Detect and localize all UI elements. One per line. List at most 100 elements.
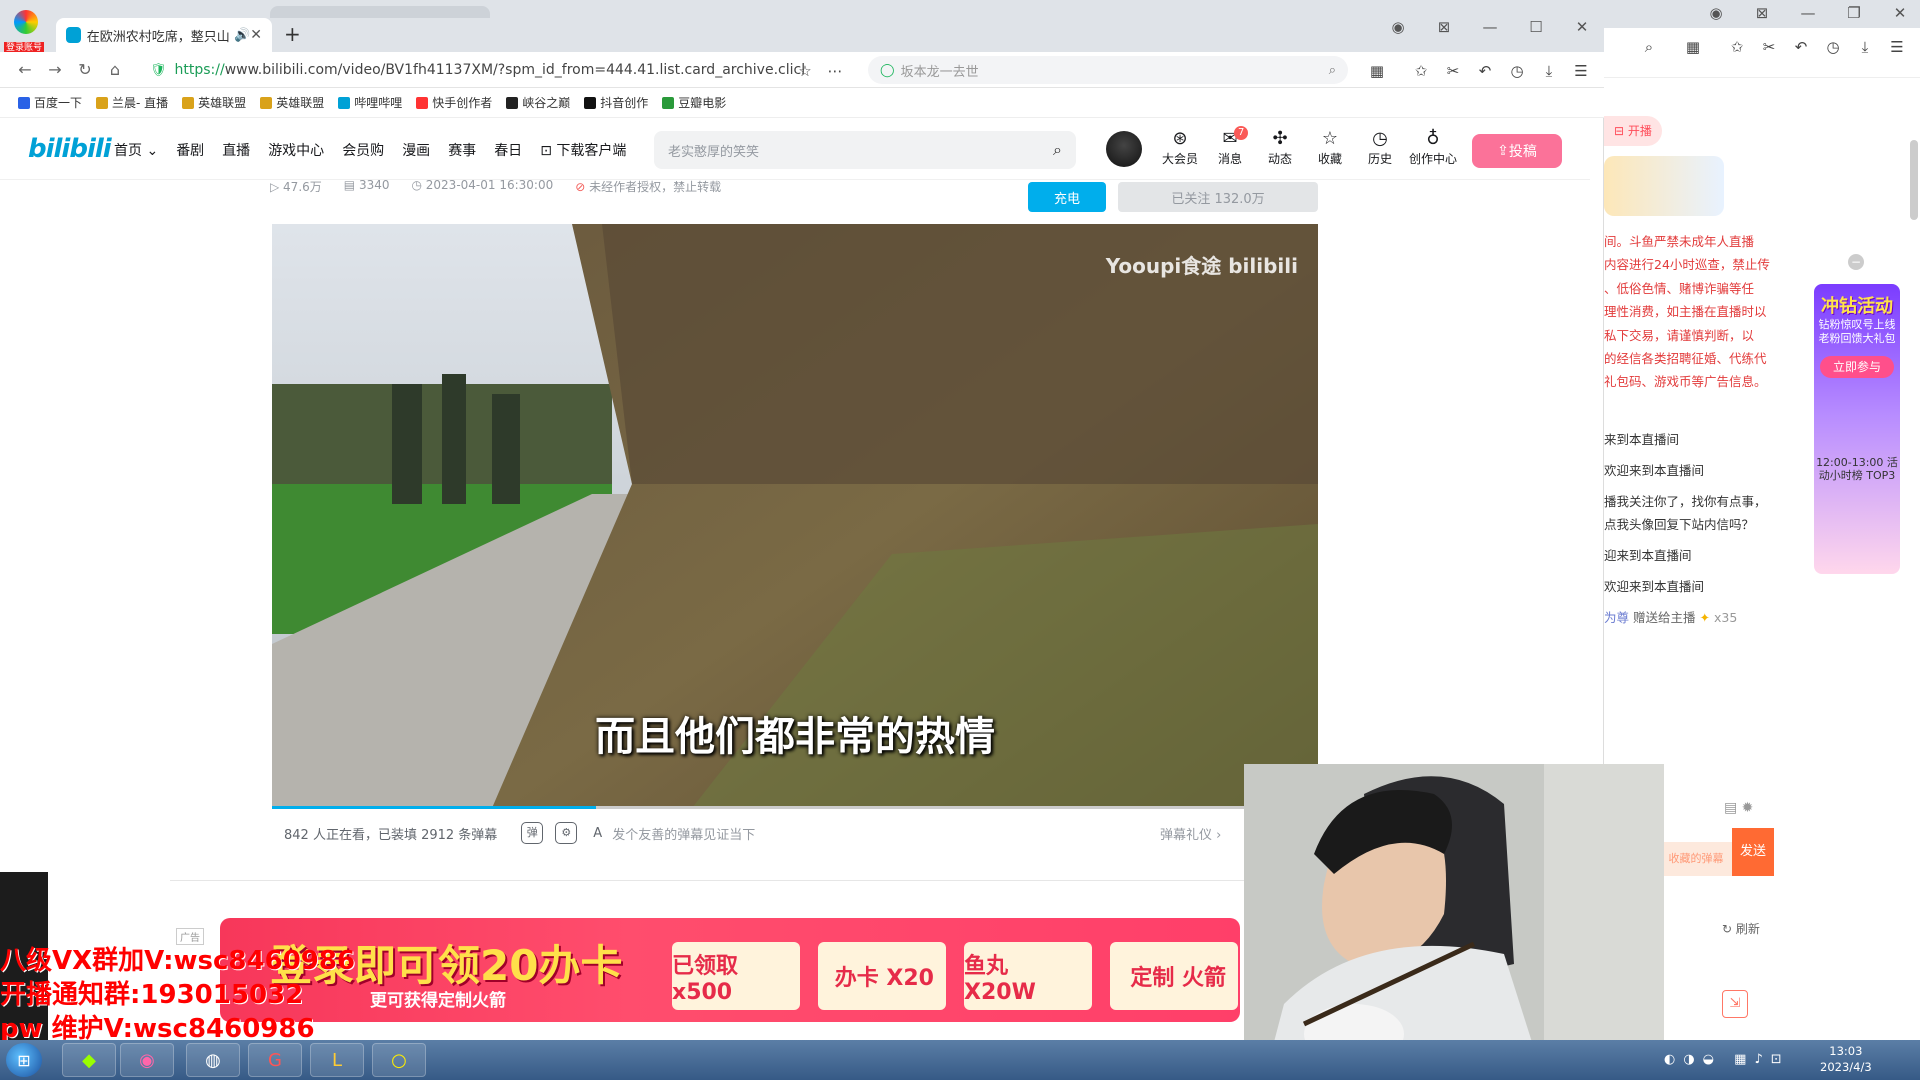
close-tab-icon[interactable]: ✕ xyxy=(250,27,262,43)
chat-tool-icons[interactable]: ▤ ✹ xyxy=(1724,800,1753,816)
avatar[interactable] xyxy=(1106,131,1142,167)
menu-icon[interactable]: ☰ xyxy=(1572,62,1590,80)
side-action-icon[interactable]: ⇲ xyxy=(1722,990,1748,1018)
nav-esports[interactable]: 赛事 xyxy=(448,140,476,160)
nav-download[interactable]: ⊡ 下载客户端 xyxy=(540,140,626,160)
search-icon[interactable]: ⌕ xyxy=(1640,38,1658,56)
header-favorites[interactable]: ☆ 收藏 xyxy=(1308,128,1352,167)
taskbar-app-4[interactable]: G xyxy=(248,1043,302,1077)
clock-icon[interactable]: ◷ xyxy=(1508,62,1526,80)
bookmark-item[interactable]: 英雄联盟 xyxy=(260,94,324,111)
nav-live[interactable]: 直播 xyxy=(222,140,250,160)
shield-icon[interactable]: ◉ xyxy=(1704,2,1728,24)
system-clock[interactable]: 13:03 2023/4/3 xyxy=(1820,1043,1872,1075)
nav-games[interactable]: 游戏中心 xyxy=(268,140,324,160)
danmaku-etiquette-link[interactable]: 弹幕礼仪 › xyxy=(1160,824,1233,843)
upload-button[interactable]: ⇪ 投稿 xyxy=(1472,134,1562,168)
video-player[interactable]: Yooupi食途 bilibili 而且他们都非常的热情 xyxy=(272,224,1318,808)
video-progress-bar[interactable] xyxy=(272,806,1318,809)
maximize-button[interactable]: ❐ xyxy=(1842,2,1866,24)
new-tab-button[interactable]: + xyxy=(284,22,301,46)
charge-button[interactable]: 充电 xyxy=(1028,182,1106,212)
nav-anime[interactable]: 番剧 xyxy=(176,140,204,160)
event-join-button[interactable]: 立即参与 xyxy=(1820,356,1894,378)
gift-icon[interactable]: ⊠ xyxy=(1432,16,1456,38)
tab-inactive[interactable] xyxy=(270,6,490,18)
nav-spring[interactable]: 春日 xyxy=(494,140,522,160)
bookmark-item[interactable]: 哔哩哔哩 xyxy=(338,94,402,111)
favorites-icon[interactable]: ✩ xyxy=(1412,62,1430,80)
header-dynamic[interactable]: ✣ 动态 xyxy=(1258,128,1302,167)
taskbar-app-5[interactable]: L xyxy=(310,1043,364,1077)
address-bar[interactable]: 🛡 https:// www.bilibili.com/video/BV1fh4… xyxy=(150,56,850,84)
undo-icon[interactable]: ↶ xyxy=(1792,38,1810,56)
download-icon[interactable]: ⤓ xyxy=(1856,38,1874,56)
taskbar-app-3[interactable]: ◍ xyxy=(186,1043,240,1077)
start-live-button[interactable]: ⊟ 开播 xyxy=(1604,116,1662,146)
search-icon[interactable]: ⌕ xyxy=(1329,63,1336,78)
ad-card-rocket[interactable]: 定制 火箭 xyxy=(1110,942,1238,1010)
event-banner[interactable]: 冲钻活动 钻粉惊叹号上线 老粉回馈大礼包 立即参与 12:00-13:00 活动… xyxy=(1814,284,1900,574)
start-button[interactable]: ⊞ xyxy=(6,1043,42,1077)
bookmark-item[interactable]: 豆瓣电影 xyxy=(662,94,726,111)
nav-home[interactable]: 首页 ⌄ xyxy=(114,140,158,160)
browser-search-box[interactable]: ◯ 坂本龙一去世 ⌕ xyxy=(868,56,1348,84)
maximize-button[interactable]: ☐ xyxy=(1524,16,1548,38)
menu-icon[interactable]: ☰ xyxy=(1888,38,1906,56)
bookmark-item[interactable]: 抖音创作 xyxy=(584,94,648,111)
header-message[interactable]: ✉ 7 消息 xyxy=(1208,126,1252,167)
header-vip[interactable]: ⊛ 大会员 xyxy=(1158,128,1202,167)
refresh-button[interactable]: ↻ 刷新 xyxy=(1722,920,1760,937)
ad-card-claimed[interactable]: 已领取 x500 xyxy=(672,942,800,1010)
gift-icon[interactable]: ⊠ xyxy=(1750,2,1774,24)
tab-active[interactable]: 在欧洲农村吃席，整只山羊 🔊 ✕ xyxy=(56,18,272,52)
taskbar-app-6[interactable]: ○ xyxy=(372,1043,426,1077)
close-window-button[interactable]: ✕ xyxy=(1888,2,1912,24)
home-icon[interactable]: ⌂ xyxy=(100,60,130,79)
undo-icon[interactable]: ↶ xyxy=(1476,62,1494,80)
danmaku-settings-icon[interactable]: ⚙ xyxy=(555,822,578,844)
search-icon[interactable]: ⌕ xyxy=(1053,140,1062,160)
bookmark-item[interactable]: 峡谷之巅 xyxy=(506,94,570,111)
scrollbar[interactable] xyxy=(1910,140,1918,220)
more-icon[interactable]: ⋯ xyxy=(826,62,844,80)
favorites-icon[interactable]: ✩ xyxy=(1728,38,1746,56)
ad-banner[interactable]: 登录即可领20办卡 更可获得定制火箭 已领取 x500 办卡 X20 鱼丸 X2… xyxy=(220,918,1240,1022)
taskbar-app-2[interactable]: ◉ xyxy=(120,1043,174,1077)
nav-shop[interactable]: 会员购 xyxy=(342,140,384,160)
clock-icon[interactable]: ◷ xyxy=(1824,38,1842,56)
bookmark-item[interactable]: 英雄联盟 xyxy=(182,94,246,111)
taskbar-app-1[interactable]: ◆ xyxy=(62,1043,116,1077)
chat-input[interactable]: 收藏的弹幕 xyxy=(1660,842,1732,876)
danmaku-toggle-icon[interactable]: 弹 xyxy=(521,822,544,844)
collapse-icon[interactable]: − xyxy=(1848,254,1864,270)
back-icon[interactable]: ← xyxy=(10,60,40,79)
bookmark-star-icon[interactable]: ☆ xyxy=(796,62,814,80)
header-history[interactable]: ◷ 历史 xyxy=(1358,128,1402,167)
bilibili-logo[interactable]: bilibili xyxy=(28,134,112,164)
bookmark-item[interactable]: 百度一下 xyxy=(18,94,82,111)
forward-icon[interactable]: → xyxy=(40,60,70,79)
send-button[interactable]: 发送 xyxy=(1732,828,1774,876)
close-window-button[interactable]: ✕ xyxy=(1570,16,1594,38)
danmaku-input[interactable]: A 发个友善的弹幕见证当下 弹幕礼仪 › xyxy=(593,817,1233,849)
header-creator[interactable]: ♁ 创作中心 xyxy=(1408,128,1458,167)
apps-icon[interactable]: ▦ xyxy=(1684,38,1702,56)
shield-icon[interactable]: ◉ xyxy=(1386,16,1410,38)
ad-card-fishball[interactable]: 鱼丸 X20W xyxy=(964,942,1092,1010)
apps-icon[interactable]: ▦ xyxy=(1368,62,1386,80)
tray-icons[interactable]: ◐◑◒ ▦♪⊡ xyxy=(1664,1052,1790,1067)
minimize-button[interactable]: — xyxy=(1478,16,1502,38)
followed-button[interactable]: 已关注 132.0万 xyxy=(1118,182,1318,212)
font-icon[interactable]: A xyxy=(593,826,602,841)
download-icon[interactable]: ⤓ xyxy=(1540,62,1558,80)
scissors-icon[interactable]: ✂ xyxy=(1444,62,1462,80)
bookmark-item[interactable]: 快手创作者 xyxy=(416,94,492,111)
video-search-input[interactable]: 老实憨厚的笑笑 ⌕ xyxy=(654,131,1076,169)
nav-manga[interactable]: 漫画 xyxy=(402,140,430,160)
reload-icon[interactable]: ↻ xyxy=(70,60,100,79)
ad-card-card[interactable]: 办卡 X20 xyxy=(818,942,946,1010)
minimize-button[interactable]: — xyxy=(1796,2,1820,24)
scissors-icon[interactable]: ✂ xyxy=(1760,38,1778,56)
audio-icon[interactable]: 🔊 xyxy=(234,28,250,43)
